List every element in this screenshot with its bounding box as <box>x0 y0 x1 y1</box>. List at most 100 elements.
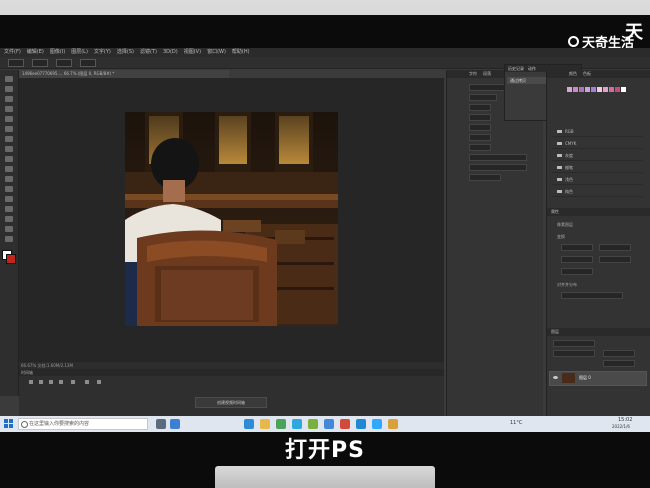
menu-3d[interactable]: 3D(D) <box>163 48 178 57</box>
swatch-folder[interactable]: 纯色 <box>551 188 643 197</box>
task-view-icon[interactable] <box>156 419 166 429</box>
split-icon[interactable] <box>97 380 101 384</box>
height-field[interactable] <box>561 256 593 263</box>
tab-swatches[interactable]: 色板 <box>583 70 591 78</box>
menu-layer[interactable]: 图层(L) <box>71 48 88 57</box>
stamp-tool-icon[interactable] <box>5 156 13 162</box>
tab-color[interactable]: 颜色 <box>569 70 577 78</box>
folder-icon[interactable] <box>260 419 270 429</box>
tab-history[interactable]: 历史记录 <box>508 66 524 71</box>
baseline-field[interactable] <box>469 144 491 151</box>
prev-frame-icon[interactable] <box>39 380 43 384</box>
options-field[interactable] <box>32 58 48 67</box>
audio-icon[interactable] <box>71 380 75 384</box>
app-icon[interactable] <box>276 419 286 429</box>
lasso-tool-icon[interactable] <box>5 96 13 102</box>
clock-time[interactable]: 15:02 <box>618 417 632 423</box>
swatch-folder[interactable]: RGB <box>551 128 643 137</box>
width-field[interactable] <box>561 244 593 251</box>
type-tool-icon[interactable] <box>5 226 13 232</box>
app-icon[interactable] <box>324 419 334 429</box>
color-swatch[interactable] <box>585 87 590 92</box>
x-field[interactable] <box>599 244 631 251</box>
menu-filter[interactable]: 滤镜(T) <box>140 48 157 57</box>
history-brush-tool-icon[interactable] <box>5 166 13 172</box>
menu-select[interactable]: 选择(S) <box>117 48 134 57</box>
swatch-folder[interactable]: 浅色 <box>551 176 643 185</box>
leading-field[interactable] <box>469 114 491 121</box>
eraser-tool-icon[interactable] <box>5 176 13 182</box>
menu-edit[interactable]: 编辑(E) <box>27 48 44 57</box>
canvas-area[interactable] <box>19 78 444 362</box>
wechat-icon[interactable] <box>308 419 318 429</box>
color-swatch[interactable] <box>573 87 578 92</box>
tab-actions[interactable]: 动作 <box>528 66 536 71</box>
pen-tool-icon[interactable] <box>5 216 13 222</box>
tracking-field[interactable] <box>469 124 491 131</box>
layer-filter-field[interactable] <box>553 340 595 347</box>
app-icon[interactable] <box>170 419 180 429</box>
blend-mode-select[interactable] <box>553 350 595 357</box>
photoshop-icon[interactable] <box>372 419 382 429</box>
font-size-field[interactable] <box>469 104 491 111</box>
layer-row[interactable]: 图层 0 <box>549 371 647 386</box>
y-field[interactable] <box>599 256 631 263</box>
fill-field[interactable] <box>603 360 635 367</box>
next-frame-icon[interactable] <box>59 380 63 384</box>
color-swatch[interactable] <box>567 87 572 92</box>
create-video-timeline-button[interactable]: 创建视频时间轴 <box>195 397 267 408</box>
gradient-tool-icon[interactable] <box>5 186 13 192</box>
text-style-buttons[interactable] <box>469 154 527 161</box>
edge-icon[interactable] <box>244 419 254 429</box>
brush-tool-icon[interactable] <box>5 146 13 152</box>
options-field[interactable] <box>56 58 72 67</box>
wand-tool-icon[interactable] <box>5 106 13 112</box>
color-swatch[interactable] <box>609 87 614 92</box>
color-swatch[interactable] <box>579 87 584 92</box>
crop-tool-icon[interactable] <box>5 116 13 122</box>
app-icon[interactable] <box>388 419 398 429</box>
eye-icon[interactable] <box>553 376 558 379</box>
color-swatch[interactable] <box>615 87 620 92</box>
opacity-field[interactable] <box>603 350 635 357</box>
document-tab[interactable]: 1496ee07770695..., 66.7% (图层 0, RGB/8#) … <box>19 70 229 78</box>
weather[interactable]: 11°C <box>510 420 522 426</box>
language-field[interactable] <box>469 174 501 181</box>
font-family-field[interactable] <box>469 84 507 91</box>
menu-window[interactable]: 窗口(W) <box>207 48 226 57</box>
dodge-tool-icon[interactable] <box>5 206 13 212</box>
first-frame-icon[interactable] <box>29 380 33 384</box>
swatch-folder[interactable]: CMYK <box>551 140 643 149</box>
tab-paragraph[interactable]: 段落 <box>483 70 491 78</box>
align-buttons[interactable] <box>561 292 623 299</box>
color-swatch[interactable] <box>603 87 608 92</box>
color-swatch[interactable] <box>591 87 596 92</box>
opentype-buttons[interactable] <box>469 164 527 171</box>
clock-date[interactable]: 2022/1/6 <box>612 424 630 429</box>
scale-field[interactable] <box>469 134 491 141</box>
taskbar-search[interactable]: 在这里输入你要搜索的内容 <box>18 418 148 430</box>
blur-tool-icon[interactable] <box>5 196 13 202</box>
properties-header[interactable]: 属性 <box>547 208 650 216</box>
hand-tool-icon[interactable] <box>5 236 13 242</box>
color-swatch[interactable] <box>621 87 626 92</box>
font-style-field[interactable] <box>469 94 497 101</box>
options-field[interactable] <box>8 58 24 67</box>
tab-character[interactable]: 字符 <box>469 70 477 78</box>
play-icon[interactable] <box>49 380 53 384</box>
angle-field[interactable] <box>561 268 593 275</box>
layers-header[interactable]: 图层 <box>547 328 650 336</box>
menu-help[interactable]: 帮助(H) <box>232 48 250 57</box>
wps-icon[interactable] <box>340 419 350 429</box>
windows-logo-icon[interactable] <box>4 419 14 429</box>
menu-file[interactable]: 文件(F) <box>4 48 21 57</box>
swatch-folder[interactable]: 蜡笔 <box>551 164 643 173</box>
menu-view[interactable]: 视图(V) <box>184 48 201 57</box>
swatch-folder[interactable]: 灰度 <box>551 152 643 161</box>
eyedropper-tool-icon[interactable] <box>5 126 13 132</box>
healing-tool-icon[interactable] <box>5 136 13 142</box>
move-tool-icon[interactable] <box>5 76 13 82</box>
app-icon[interactable] <box>292 419 302 429</box>
options-field[interactable] <box>80 58 96 67</box>
app-icon[interactable] <box>356 419 366 429</box>
